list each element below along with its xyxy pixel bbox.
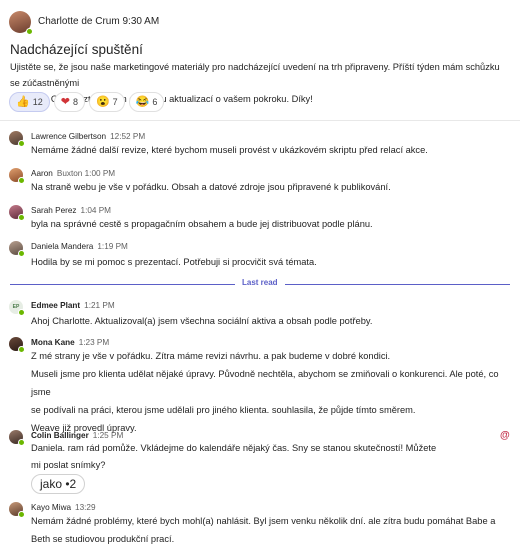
avatar[interactable]: EP — [9, 300, 25, 316]
avatar[interactable] — [9, 430, 25, 446]
presence-available-icon — [18, 309, 25, 316]
reaction-chip[interactable]: jako •2 — [31, 474, 86, 494]
message-author: Edmee Plant — [31, 301, 81, 310]
reaction-count: 7 — [112, 97, 118, 107]
message-author-line: Mona Kane 1:23 PM — [31, 338, 109, 347]
message-line: Z mé strany je vše v pořádku. Zítra máme… — [31, 351, 391, 361]
post-body-line: Ujistěte se, že jsou naše marketingové m… — [10, 62, 500, 88]
presence-available-icon — [18, 346, 25, 353]
avatar[interactable] — [9, 168, 25, 184]
message-line: se podívali na práci, kterou jsme udělal… — [31, 405, 416, 415]
message-time: 1:04 PM — [80, 206, 112, 215]
divider — [0, 120, 520, 121]
post-author-line: Charlotte de Crum 9:30 AM — [38, 16, 159, 27]
message-author: Mona Kane — [31, 338, 75, 347]
presence-available-icon — [18, 439, 25, 446]
message-time: 1:25 PM — [92, 431, 124, 440]
avatar[interactable] — [9, 241, 25, 257]
post-time: 9:30 AM — [122, 16, 160, 27]
channel-post: Charlotte de Crum 9:30 AM Nadcházející s… — [0, 0, 520, 118]
mention-icon: @ — [500, 430, 510, 441]
message-author: Lawrence Gilbertson — [31, 132, 107, 141]
post-author: Charlotte de Crum — [38, 16, 120, 27]
message-author: Sarah Perez — [31, 206, 77, 215]
message-time: 12:52 PM — [110, 132, 146, 141]
message-text: Nemáme žádné další revize, které bychom … — [31, 145, 428, 155]
message-author-line: Kayo Miwa 13:29 — [31, 503, 96, 512]
message-line: Museli jsme pro klienta udělat nějaké úp… — [31, 369, 499, 397]
message-line: mi poslat snímky? — [31, 460, 106, 470]
message-line: Daniela. ram rád pomůže. Vkládejme do ka… — [31, 443, 437, 453]
presence-available-icon — [18, 214, 25, 221]
message-text: byla na správné cestě s propagačním obsa… — [31, 219, 373, 229]
message-author-line: Lawrence Gilbertson 12:52 PM — [31, 132, 145, 141]
message-time: Buxton 1:00 PM — [56, 169, 116, 178]
avatar[interactable] — [9, 205, 25, 221]
presence-available-icon — [18, 250, 25, 257]
reactions-bar: 👍 12 ❤ 8 😮 7 😂 6 — [9, 92, 165, 112]
heart-icon: ❤ — [60, 95, 70, 108]
separator-line — [10, 284, 235, 285]
message-line: Nemám žádné problémy, které bych mohl(a)… — [31, 516, 496, 526]
reaction-heart[interactable]: ❤ 8 — [53, 92, 85, 112]
message-author-line: Daniela Mandera 1:19 PM — [31, 242, 128, 251]
message-author: Colin Ballinger — [31, 431, 89, 440]
presence-available-icon — [18, 511, 25, 518]
message-time: 1:21 PM — [84, 301, 115, 310]
message-author-line: Colin Ballinger 1:25 PM — [31, 431, 123, 440]
message-text: Na straně webu je vše v pořádku. Obsah a… — [31, 182, 391, 192]
last-read-separator: Last read — [0, 278, 520, 290]
message-time: 1:19 PM — [97, 242, 128, 251]
message-text: Hodila by se mi pomoc s prezentací. Potř… — [31, 257, 317, 267]
laugh-icon: 😂 — [135, 95, 150, 108]
post-title: Nadcházející spuštění — [10, 42, 143, 57]
avatar[interactable] — [9, 502, 25, 518]
separator-line — [285, 284, 510, 285]
avatar[interactable] — [9, 337, 25, 353]
presence-available-icon — [18, 140, 25, 147]
presence-available-icon — [18, 177, 25, 184]
reaction-thumbs-up[interactable]: 👍 12 — [9, 92, 50, 112]
reaction-surprised[interactable]: 😮 7 — [88, 92, 125, 112]
avatar[interactable] — [9, 11, 33, 35]
message-author-line: Sarah Perez 1:04 PM — [31, 206, 111, 215]
message-author: Kayo Miwa — [31, 503, 72, 512]
reaction-laugh[interactable]: 😂 6 — [128, 92, 165, 112]
message-time: 1:23 PM — [78, 338, 110, 347]
message-author-line: Edmee Plant 1:21 PM — [31, 301, 115, 310]
message-text: Z mé strany je vše v pořádku. Zítra máme… — [31, 347, 501, 437]
last-read-label: Last read — [242, 278, 278, 287]
surprised-icon: 😮 — [95, 95, 110, 108]
thumbs-up-icon: 👍 — [16, 95, 30, 108]
avatar[interactable] — [9, 131, 25, 147]
presence-available-icon — [26, 28, 33, 35]
message-text: Nemám žádné problémy, které bych mohl(a)… — [31, 512, 501, 548]
message-author-line: Aaron Buxton 1:00 PM — [31, 169, 115, 178]
message-line: Beth se studiovou produkční prací. — [31, 534, 175, 544]
message-author: Daniela Mandera — [31, 242, 94, 251]
message-text: Ahoj Charlotte. Aktualizoval(a) jsem vše… — [31, 316, 373, 326]
message-time: 13:29 — [75, 503, 96, 512]
message-author: Aaron — [31, 169, 53, 178]
reaction-count: 8 — [72, 97, 78, 107]
message-text: Daniela. ram rád pomůže. Vkládejme do ka… — [31, 440, 501, 474]
reaction-count: 12 — [32, 97, 43, 107]
reaction-count: 6 — [152, 97, 158, 107]
